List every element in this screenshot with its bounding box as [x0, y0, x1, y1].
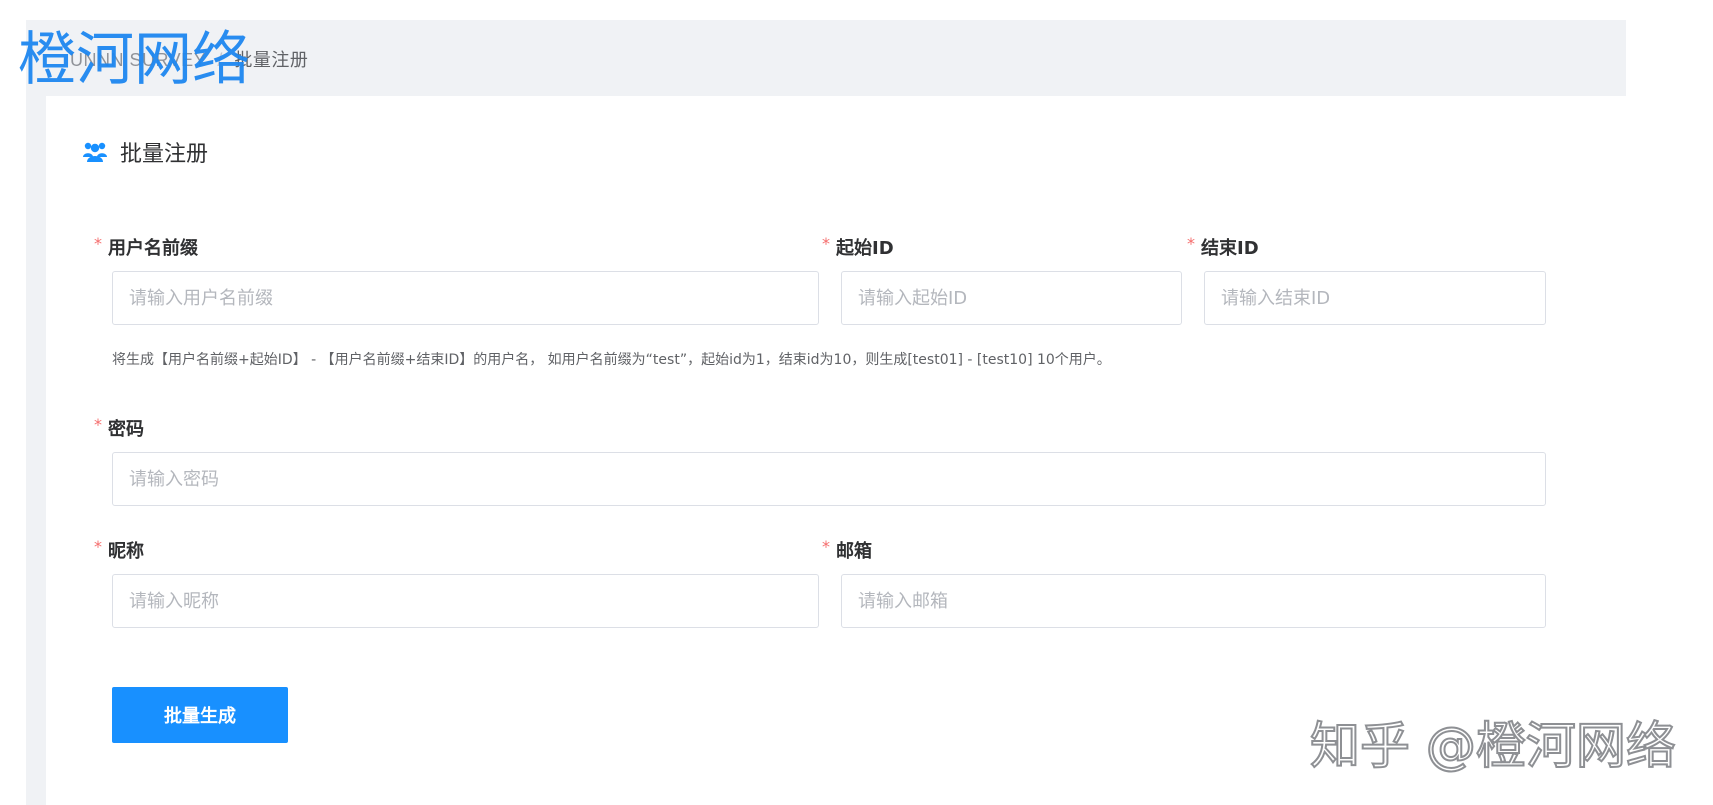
email-input[interactable] — [841, 574, 1546, 628]
required-mark: * — [1187, 234, 1195, 253]
start-id-label-text: 起始ID — [836, 238, 894, 259]
required-mark: * — [822, 234, 830, 253]
start-id-label: * 起始ID — [822, 234, 894, 260]
email-label: * 邮箱 — [822, 537, 872, 563]
email-label-text: 邮箱 — [836, 541, 872, 562]
nickname-input[interactable] — [112, 574, 819, 628]
prefix-input[interactable] — [112, 271, 819, 325]
password-input[interactable] — [112, 452, 1546, 506]
password-label-text: 密码 — [108, 419, 144, 440]
nickname-label: * 昵称 — [94, 537, 144, 563]
required-mark: * — [94, 415, 102, 434]
prefix-label-text: 用户名前缀 — [108, 238, 198, 259]
prefix-label: * 用户名前缀 — [94, 234, 198, 260]
section-title: 批量注册 — [120, 142, 209, 167]
batch-register-page: UNNN SURVEY / 批量注册 批量注册 * 用户名前缀 * 起始ID * 结束… — [0, 0, 1713, 805]
end-id-label: * 结束ID — [1187, 234, 1259, 260]
section-header: 批量注册 — [82, 136, 208, 168]
watermark-top-left: 橙河网络 — [18, 25, 251, 93]
end-id-input[interactable] — [1204, 271, 1546, 325]
left-sidebar-strip — [26, 96, 46, 805]
generation-hint: 将生成【用户名前缀+起始ID】 - 【用户名前缀+结束ID】的用户名， 如用户名… — [112, 352, 1111, 368]
password-label: * 密码 — [94, 415, 144, 441]
nickname-label-text: 昵称 — [108, 541, 144, 562]
batch-generate-button[interactable]: 批量生成 — [112, 687, 288, 743]
required-mark: * — [94, 537, 102, 556]
required-mark: * — [822, 537, 830, 556]
watermark-bottom-right: 知乎 @橙河网络 — [1309, 716, 1677, 776]
users-icon — [82, 140, 108, 164]
end-id-label-text: 结束ID — [1201, 238, 1259, 259]
start-id-input[interactable] — [841, 271, 1182, 325]
required-mark: * — [94, 234, 102, 253]
